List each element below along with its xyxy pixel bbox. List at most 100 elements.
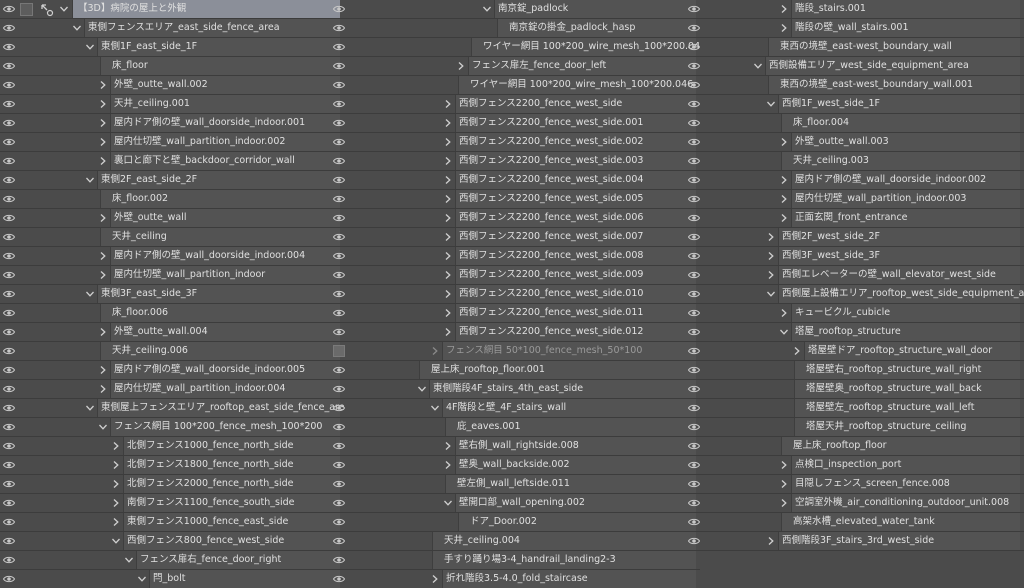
layer-row[interactable]: 目隠しフェンス_screen_fence.008	[685, 475, 1024, 494]
layer-row[interactable]: 東西の境壁_east-west_boundary_wall.001	[685, 76, 1024, 95]
chevron-right-icon[interactable]	[766, 270, 776, 280]
chevron-right-icon[interactable]	[443, 175, 453, 185]
eye-icon[interactable]	[688, 118, 700, 128]
layer-row[interactable]: 外壁_outte_wall	[0, 209, 344, 228]
eye-icon[interactable]	[333, 23, 345, 33]
layer-row[interactable]: 東西の境壁_east-west_boundary_wall	[685, 38, 1024, 57]
eye-icon[interactable]	[3, 479, 15, 489]
eye-icon[interactable]	[688, 137, 700, 147]
eye-icon[interactable]	[688, 156, 700, 166]
eye-icon[interactable]	[688, 460, 700, 470]
eye-icon[interactable]	[688, 99, 700, 109]
layer-row[interactable]: 東側2F_east_side_2F	[0, 171, 344, 190]
layer-row[interactable]: 屋内仕切壁_wall_partition_indoor.003	[685, 190, 1024, 209]
chevron-down-icon[interactable]	[98, 422, 108, 432]
eye-icon[interactable]	[333, 327, 345, 337]
chevron-right-icon[interactable]	[98, 118, 108, 128]
chevron-right-icon[interactable]	[443, 327, 453, 337]
eye-icon[interactable]	[3, 251, 15, 261]
layer-row[interactable]: 手すり踊り場3-4_handrail_landing2-3	[330, 551, 700, 570]
eye-icon[interactable]	[3, 23, 15, 33]
chevron-right-icon[interactable]	[766, 536, 776, 546]
layer-row[interactable]: 北側フェンス1800_fence_north_side	[0, 456, 344, 475]
chevron-right-icon[interactable]	[98, 137, 108, 147]
eye-icon[interactable]	[688, 441, 700, 451]
eye-icon[interactable]	[333, 403, 345, 413]
chevron-right-icon[interactable]	[766, 232, 776, 242]
layer-row[interactable]: 西側フェンス2200_fence_west_side.008	[330, 247, 700, 266]
chevron-right-icon[interactable]	[443, 156, 453, 166]
chevron-right-icon[interactable]	[443, 118, 453, 128]
layer-row[interactable]: 折れ階段3.5-4.0_fold_staircase	[330, 570, 700, 588]
chevron-right-icon[interactable]	[443, 232, 453, 242]
eye-icon[interactable]	[688, 4, 700, 14]
layer-row[interactable]: 階段の壁_wall_stairs.001	[685, 19, 1024, 38]
eye-icon[interactable]	[333, 289, 345, 299]
layer-row[interactable]: 天井_ceiling.003	[685, 152, 1024, 171]
layer-row[interactable]: 西側フェンス2200_fence_west_side.004	[330, 171, 700, 190]
eye-icon[interactable]	[333, 574, 345, 584]
eye-icon[interactable]	[333, 555, 345, 565]
eye-icon[interactable]	[688, 327, 700, 337]
layer-row[interactable]: 西側フェンス2200_fence_west_side.001	[330, 114, 700, 133]
layer-row[interactable]: 床_floor.002	[0, 190, 344, 209]
chevron-down-icon[interactable]	[85, 175, 95, 185]
eye-icon[interactable]	[3, 118, 15, 128]
layer-row[interactable]: フェンス網目 50*100_fence_mesh_50*100	[330, 342, 700, 361]
eye-icon[interactable]	[688, 61, 700, 71]
eye-icon[interactable]	[333, 137, 345, 147]
layer-row[interactable]: 南京錠_padlock	[330, 0, 700, 19]
layer-row[interactable]: 塔屋_rooftop_structure	[685, 323, 1024, 342]
eye-icon[interactable]	[3, 232, 15, 242]
eye-icon[interactable]	[333, 422, 345, 432]
eye-icon[interactable]	[688, 80, 700, 90]
layer-row[interactable]: 東側フェンス1000_fence_east_side	[0, 513, 344, 532]
eye-icon[interactable]	[688, 536, 700, 546]
layer-row[interactable]: 【3D】病院の屋上と外観	[0, 0, 344, 19]
layer-row[interactable]: 南京錠の掛金_padlock_hasp	[330, 19, 700, 38]
chevron-right-icon[interactable]	[98, 213, 108, 223]
eye-icon[interactable]	[3, 536, 15, 546]
eye-icon[interactable]	[333, 99, 345, 109]
layer-row[interactable]: 西側2F_west_side_2F	[685, 228, 1024, 247]
chevron-right-icon[interactable]	[443, 308, 453, 318]
layer-row[interactable]: 西側1F_west_side_1F	[685, 95, 1024, 114]
layer-row[interactable]: 西側フェンス2200_fence_west_side.003	[330, 152, 700, 171]
eye-icon[interactable]	[3, 270, 15, 280]
layer-row[interactable]: 西側フェンス2200_fence_west_side	[330, 95, 700, 114]
chevron-right-icon[interactable]	[779, 137, 789, 147]
chevron-down-icon[interactable]	[72, 23, 82, 33]
chevron-right-icon[interactable]	[98, 384, 108, 394]
eye-icon[interactable]	[3, 42, 15, 52]
chevron-right-icon[interactable]	[779, 194, 789, 204]
eye-icon[interactable]	[688, 422, 700, 432]
chevron-right-icon[interactable]	[779, 479, 789, 489]
layer-row[interactable]: 外壁_outte_wall.002	[0, 76, 344, 95]
eye-icon[interactable]	[688, 194, 700, 204]
layer-row[interactable]: 東側階段4F_stairs_4th_east_side	[330, 380, 700, 399]
chevron-right-icon[interactable]	[98, 251, 108, 261]
layer-row[interactable]: フェンス扉右_fence_door_right	[0, 551, 344, 570]
layer-row[interactable]: 塔屋壁奥_rooftop_structure_wall_back	[685, 380, 1024, 399]
layer-row[interactable]: 壁右側_wall_rightside.008	[330, 437, 700, 456]
eye-icon[interactable]	[333, 479, 345, 489]
eye-icon[interactable]	[333, 251, 345, 261]
eye-icon[interactable]	[333, 80, 345, 90]
chevron-right-icon[interactable]	[456, 61, 466, 71]
layer-row[interactable]: 塔屋壁ドア_rooftop_structure_wall_door	[685, 342, 1024, 361]
layer-row[interactable]: 北側フェンス2000_fence_north_side	[0, 475, 344, 494]
eye-icon[interactable]	[688, 403, 700, 413]
layer-row[interactable]: 屋内仕切壁_wall_partition_indoor.002	[0, 133, 344, 152]
layer-row[interactable]: 床_floor.004	[685, 114, 1024, 133]
chevron-down-icon[interactable]	[85, 42, 95, 52]
layer-row[interactable]: 西側フェンス2200_fence_west_side.012	[330, 323, 700, 342]
eye-icon[interactable]	[3, 99, 15, 109]
eye-icon[interactable]	[333, 156, 345, 166]
eye-icon[interactable]	[3, 327, 15, 337]
layer-row[interactable]: 空調室外機_air_conditioning_outdoor_unit.008	[685, 494, 1024, 513]
chevron-right-icon[interactable]	[443, 99, 453, 109]
chevron-down-icon[interactable]	[779, 327, 789, 337]
eye-icon[interactable]	[688, 346, 700, 356]
chevron-right-icon[interactable]	[443, 270, 453, 280]
layer-row[interactable]: 西側屋上設備エリア_rooftop_west_side_equipment_ar…	[685, 285, 1024, 304]
